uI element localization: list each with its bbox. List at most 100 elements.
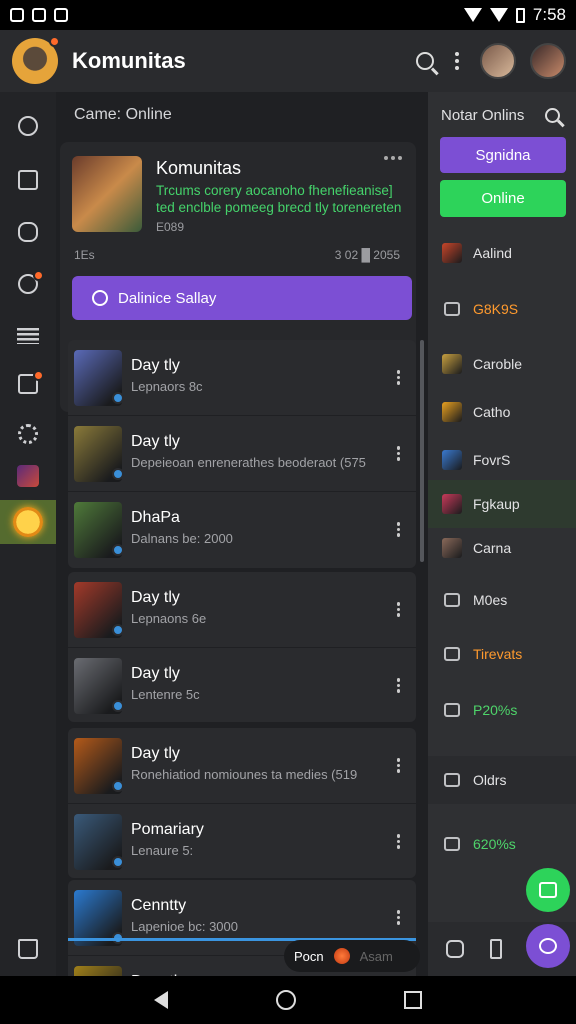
- online-item-label: Tirevats: [473, 646, 523, 662]
- platform-badge: [112, 392, 124, 404]
- game-subtitle: Lenaure 5:: [131, 843, 194, 858]
- online-list-item[interactable]: Catho: [428, 388, 576, 436]
- rail-bottom[interactable]: [0, 922, 56, 976]
- search-icon[interactable]: [416, 52, 434, 70]
- rail-friends[interactable]: [0, 262, 56, 306]
- clock: 7:58: [532, 5, 566, 24]
- gear-icon: [18, 424, 38, 444]
- more-options-icon[interactable]: [396, 522, 400, 537]
- game-subtitle: Lepnaors 8c: [131, 379, 203, 394]
- game-subtitle: Lapenioe bc: 3000: [131, 919, 238, 934]
- section-title: Came: Online: [74, 106, 172, 123]
- online-list-item[interactable]: Aalind: [428, 229, 576, 277]
- online-button-label: Online: [481, 190, 525, 207]
- more-options-icon[interactable]: [396, 602, 400, 617]
- featured-sub: E089: [156, 220, 185, 234]
- share-icon[interactable]: [446, 940, 464, 958]
- app-bar: Komunitas: [0, 30, 576, 92]
- online-button[interactable]: Online: [440, 180, 566, 217]
- game-icon: [442, 402, 462, 422]
- list-item[interactable]: Day tly Lepnaors 8c: [68, 340, 416, 416]
- list-item[interactable]: Day tly Depeieoan enrenerathes beoderaot …: [68, 416, 416, 492]
- search-icon[interactable]: [545, 107, 560, 123]
- friend-avatar[interactable]: [480, 43, 516, 79]
- folder-icon: [444, 837, 460, 851]
- online-item-label: M0es: [473, 592, 508, 608]
- more-options-icon[interactable]: [396, 446, 400, 461]
- friend-avatar[interactable]: [530, 43, 566, 79]
- list-item[interactable]: DhaPa Dalnans be: 2000: [68, 492, 416, 568]
- recents-icon[interactable]: [404, 991, 422, 1009]
- online-list-item[interactable]: Oldrs: [428, 756, 576, 804]
- status-bar: 7:58: [0, 0, 576, 30]
- checkbox-icon: [18, 170, 38, 190]
- mini-player[interactable]: Pocn Asam: [284, 940, 420, 972]
- search-icon: [18, 116, 38, 136]
- more-options-icon[interactable]: [448, 52, 466, 70]
- more-options-icon[interactable]: [384, 156, 402, 160]
- online-panel-title: Notar Onlins: [441, 106, 525, 124]
- game-title: DhaPa: [131, 509, 180, 526]
- online-list-item[interactable]: Fgkaup: [428, 480, 576, 528]
- folder-icon: [444, 593, 460, 607]
- primary-button[interactable]: Sgnidna: [440, 137, 566, 173]
- online-list-item[interactable]: Caroble: [428, 340, 576, 388]
- profile-avatar[interactable]: [12, 36, 60, 84]
- game-subtitle: Lentenre 5c: [131, 687, 200, 702]
- back-icon[interactable]: [154, 991, 168, 1009]
- online-list-item[interactable]: Tirevats: [428, 630, 576, 678]
- online-list-item[interactable]: G8K9S: [428, 285, 576, 333]
- online-list-item[interactable]: FovrS: [428, 436, 576, 484]
- more-options-icon[interactable]: [396, 910, 400, 925]
- primary-button-label: Sgnidna: [475, 146, 531, 164]
- rail-search[interactable]: [0, 104, 56, 148]
- platform-badge: [112, 700, 124, 712]
- online-list-item[interactable]: M0es: [428, 576, 576, 624]
- app-title: Komunitas: [72, 48, 186, 73]
- rail-game[interactable]: [0, 454, 56, 498]
- game-list-group: Day tly Lepnaors 8c Day tly Depeieoan enren…: [68, 340, 416, 568]
- notification-dot: [33, 270, 44, 281]
- platform-badge: [112, 856, 124, 868]
- rail-links[interactable]: [0, 210, 56, 254]
- featured-action-button[interactable]: Dalinice Sallay: [72, 276, 412, 320]
- featured-thumbnail: [72, 156, 142, 232]
- rail-rewards[interactable]: [0, 500, 56, 544]
- online-list-item[interactable]: P20%s: [428, 686, 576, 734]
- more-options-icon[interactable]: [396, 678, 400, 693]
- online-list-item[interactable]: Carna: [428, 524, 576, 572]
- rail-list[interactable]: [0, 314, 56, 358]
- battery-icon[interactable]: [490, 939, 502, 959]
- folder-icon: [444, 703, 460, 717]
- main-panel: Came: Online Komunitas Trcums corery aoc…: [56, 92, 428, 1020]
- platform-badge: [112, 468, 124, 480]
- list-item[interactable]: Day tly Lepnaons 6e: [68, 572, 416, 648]
- scrollbar[interactable]: [420, 340, 424, 562]
- wifi-icon: [463, 8, 482, 22]
- home-icon[interactable]: [276, 990, 296, 1010]
- chat-fab[interactable]: [526, 868, 570, 912]
- online-item-label: Aalind: [473, 245, 512, 261]
- rail-edit[interactable]: [0, 362, 56, 406]
- profile-fab[interactable]: [526, 924, 570, 968]
- list-item[interactable]: Day tly Lentenre 5c: [68, 648, 416, 722]
- image-notification-icon: [32, 8, 46, 22]
- more-options-icon[interactable]: [396, 834, 400, 849]
- online-item-label: Fgkaup: [473, 496, 520, 512]
- online-item-label: FovrS: [473, 452, 511, 468]
- game-title: Day tly: [131, 665, 180, 682]
- list-item[interactable]: Day tly Ronehiatiod nomiounes ta medies (…: [68, 728, 416, 804]
- featured-description: Trcums corery aocanoho fhenefieanise] te…: [156, 183, 402, 215]
- list-item[interactable]: Pomariary Lenaure 5:: [68, 804, 416, 878]
- featured-stat-right: 3 02 █ 2055: [334, 248, 400, 262]
- online-list-item[interactable]: 620%s: [428, 820, 576, 868]
- online-item-label: Catho: [473, 404, 511, 420]
- featured-stat-left: 1Es: [74, 248, 95, 262]
- game-title: Pomariary: [131, 821, 204, 838]
- more-options-icon[interactable]: [396, 370, 400, 385]
- more-options-icon[interactable]: [396, 758, 400, 773]
- rail-tasks[interactable]: [0, 158, 56, 202]
- online-item-label: G8K9S: [473, 301, 519, 317]
- rail-settings[interactable]: [0, 412, 56, 456]
- signal-icon: [489, 8, 508, 22]
